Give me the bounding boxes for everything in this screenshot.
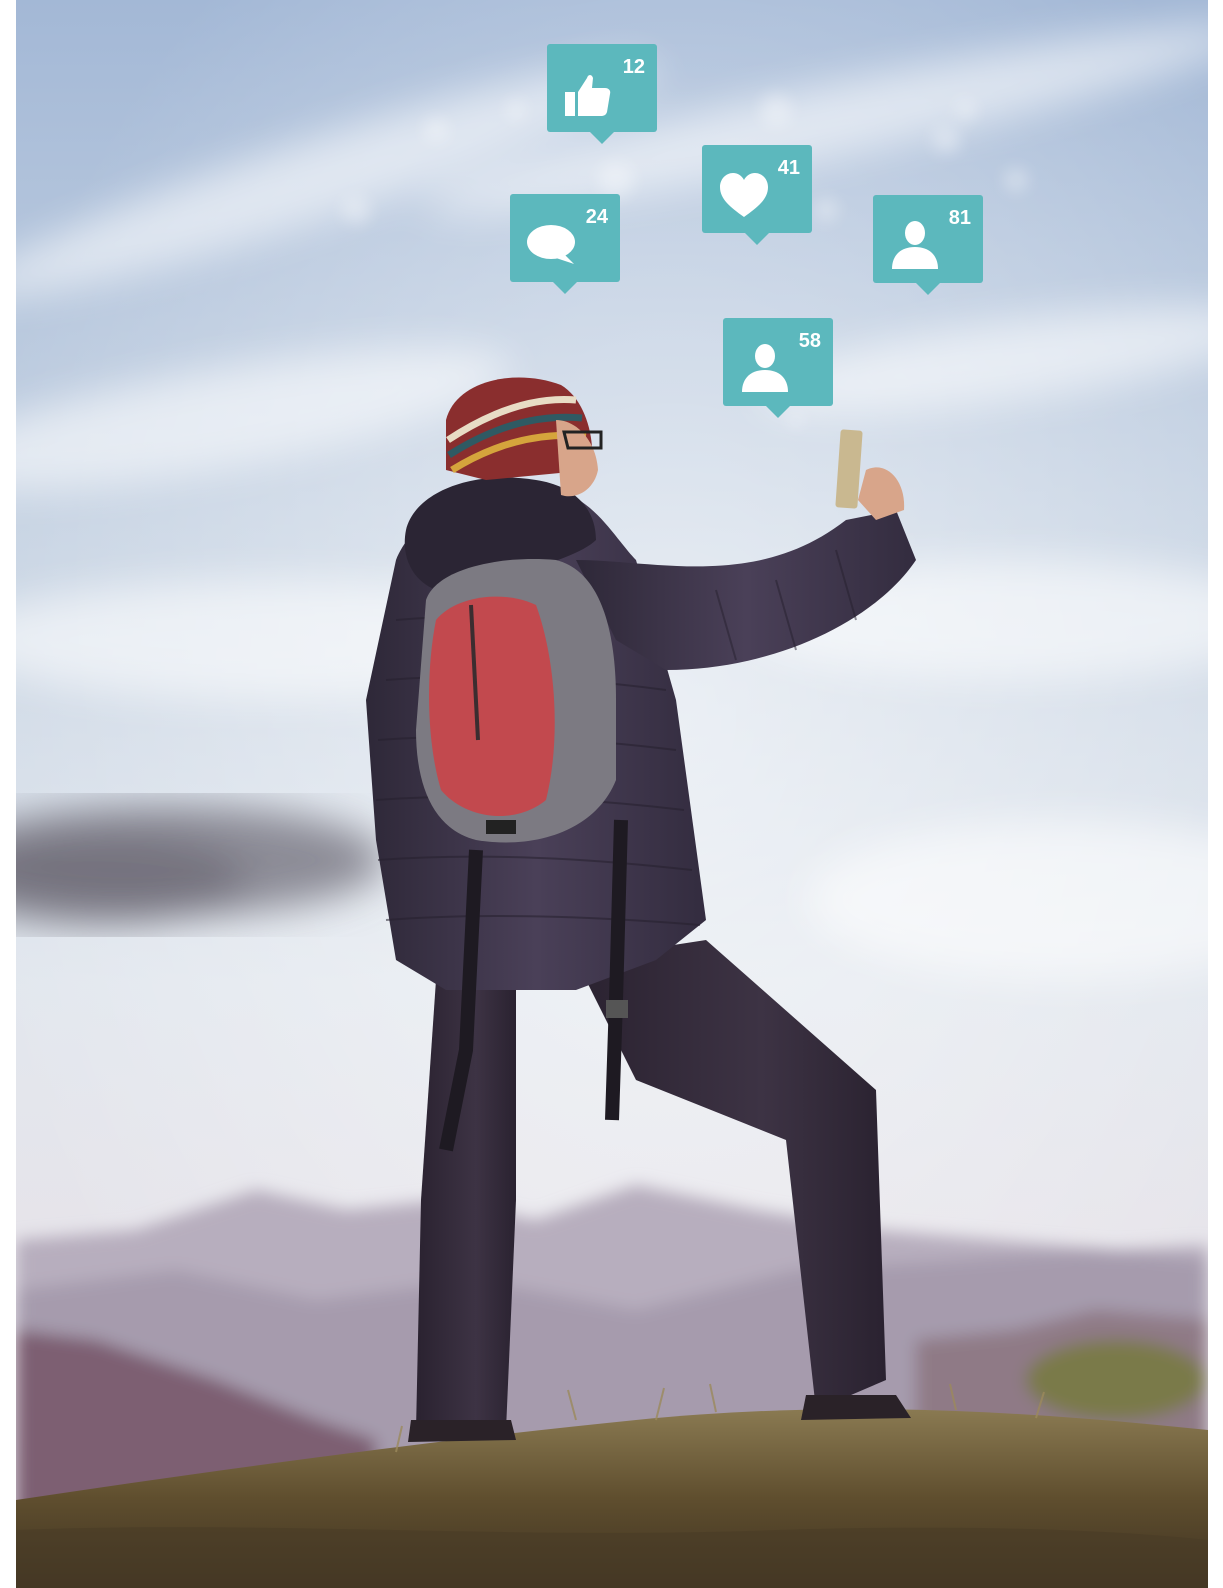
followers-count-a: 81 [948,207,971,229]
hearts-notification[interactable]: 41 [702,145,812,245]
user-icon [887,217,943,273]
followers-notification-b[interactable]: 58 [723,318,833,418]
likes-notification[interactable]: 12 [547,44,657,144]
followers-notification-a[interactable]: 81 [873,195,983,295]
speech-bubble-icon [524,216,580,272]
photo-scene: 12 41 24 81 58 [16,0,1208,1588]
comments-notification[interactable]: 24 [510,194,620,294]
followers-count-b: 58 [798,330,821,352]
heart-icon [716,167,772,223]
thumbs-up-icon [561,66,617,122]
comments-count: 24 [585,206,608,228]
likes-count: 12 [622,56,645,78]
user-icon [737,340,793,396]
hearts-count: 41 [777,157,800,179]
